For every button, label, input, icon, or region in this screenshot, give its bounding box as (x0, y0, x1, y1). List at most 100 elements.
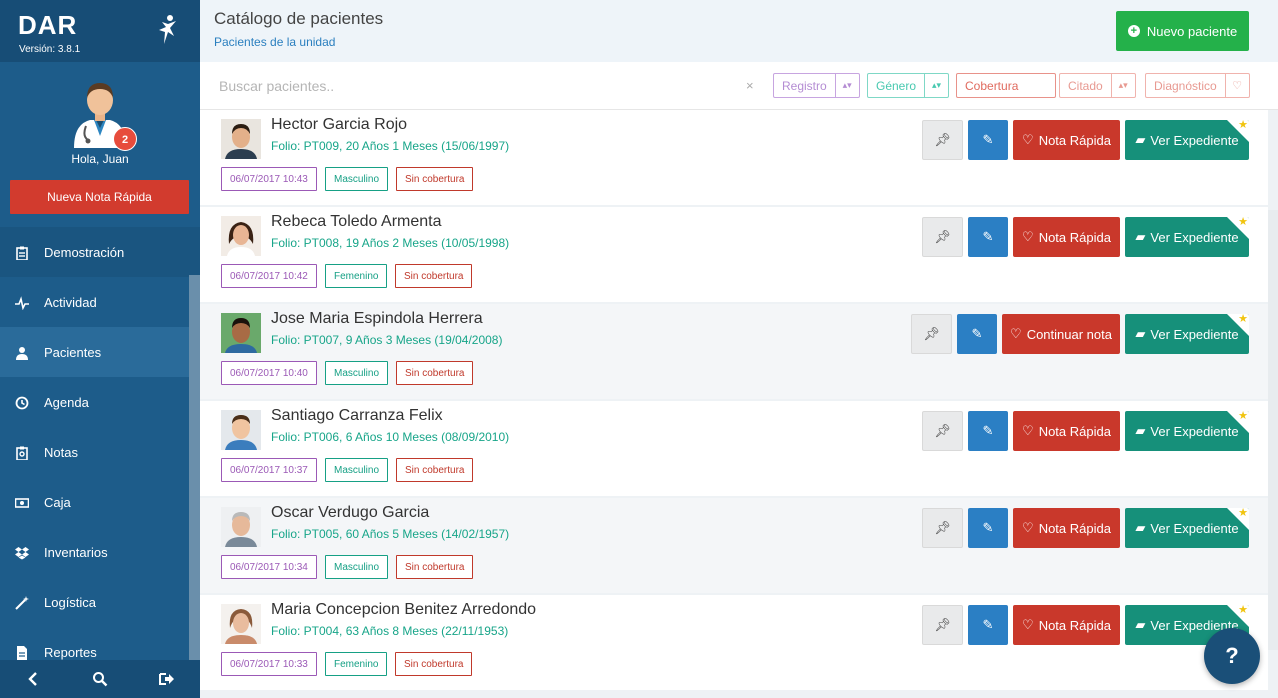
edit-button[interactable]: ✎ (968, 411, 1008, 451)
quick-note-label: Nota Rápida (1038, 520, 1111, 536)
sidebar-header: DAR Versión: 3.8.1 (0, 0, 200, 62)
breadcrumb[interactable]: Pacientes de la unidad (214, 35, 335, 49)
new-patient-button[interactable]: + Nuevo paciente (1116, 11, 1249, 51)
pin-icon: 📌︎ (934, 520, 951, 535)
sidebar-item-caja[interactable]: Caja (0, 477, 200, 527)
sidebar-item-agenda[interactable]: Agenda (0, 377, 200, 427)
patient-photo (221, 119, 261, 159)
patient-name[interactable]: Rebeca Toledo Armenta (271, 213, 441, 231)
sort-icon[interactable]: ▴▾ (834, 74, 859, 97)
sidebar-item-notas[interactable]: Notas (0, 427, 200, 477)
quick-note-button[interactable]: ♡ Nota Rápida (1013, 411, 1120, 451)
registration-date-tag: 06/07/2017 10:37 (221, 458, 317, 482)
help-button[interactable]: ? (1204, 628, 1260, 684)
sidebar-item-inventarios[interactable]: Inventarios (0, 527, 200, 577)
search-input[interactable] (210, 70, 740, 102)
edit-icon: ✎ (971, 326, 983, 341)
notification-badge[interactable]: 2 (113, 127, 137, 151)
gender-tag: Masculino (325, 361, 389, 385)
sidebar-item-label: Inventarios (44, 544, 108, 560)
view-record-label: Ver Expediente (1150, 326, 1239, 342)
pin-button[interactable]: 📌︎ (922, 411, 963, 451)
pin-button[interactable]: 📌︎ (922, 120, 963, 160)
patient-name[interactable]: Maria Concepcion Benitez Arredondo (271, 601, 536, 619)
stethoscope-icon[interactable]: ♡ (1224, 74, 1249, 97)
patient-row[interactable]: Santiago Carranza Felix Folio: PT006, 6 … (200, 401, 1268, 496)
sidebar-item-label: Demostración (44, 244, 125, 260)
coverage-tag: Sin cobertura (396, 555, 474, 579)
continue-note-button[interactable]: ♡ Continuar nota (1002, 314, 1120, 354)
sidebar-item-demostracion[interactable]: Demostración (0, 227, 200, 277)
patient-name[interactable]: Oscar Verdugo Garcia (271, 504, 429, 522)
patient-folio: Folio: PT006, 6 Años 10 Meses (08/09/201… (271, 430, 510, 444)
filter-genero[interactable]: Género ▴▾ (867, 73, 950, 98)
sidebar-item-label: Caja (44, 494, 71, 510)
patient-row[interactable]: Maria Concepcion Benitez Arredondo Folio… (200, 595, 1268, 690)
new-quick-note-button[interactable]: Nueva Nota Rápida (10, 180, 189, 214)
sidebar-scrollbar[interactable] (189, 275, 200, 660)
user-profile: 2 Hola, Juan Nueva Nota Rápida (0, 62, 200, 227)
filter-registro[interactable]: Registro ▴▾ (773, 73, 860, 98)
patient-folio: Folio: PT009, 20 Años 1 Meses (15/06/199… (271, 139, 510, 153)
patient-photo (221, 216, 261, 256)
edit-button[interactable]: ✎ (968, 605, 1008, 645)
logout-icon[interactable] (158, 671, 175, 687)
sort-icon[interactable]: ▴▾ (924, 74, 948, 97)
view-record-button[interactable]: ▰ Ver Expediente ★ (1125, 120, 1249, 160)
quick-note-button[interactable]: ♡ Nota Rápida (1013, 120, 1120, 160)
patient-name[interactable]: Hector Garcia Rojo (271, 116, 407, 134)
edit-button[interactable]: ✎ (968, 120, 1008, 160)
star-icon: ★ (1238, 217, 1248, 228)
filter-citado[interactable]: Citado ▴▾ (1059, 73, 1136, 98)
edit-button[interactable]: ✎ (957, 314, 997, 354)
pin-button[interactable]: 📌︎ (922, 217, 963, 257)
stethoscope-icon: ♡ (1010, 326, 1022, 341)
gender-tag: Femenino (325, 652, 388, 676)
patient-row[interactable]: Jose Maria Espindola Herrera Folio: PT00… (200, 304, 1268, 399)
sidebar-item-label: Agenda (44, 394, 89, 410)
view-record-label: Ver Expediente (1150, 423, 1239, 439)
stethoscope-icon: ♡ (1022, 520, 1034, 535)
sidebar-item-label: Logística (44, 594, 97, 610)
clock-icon (0, 394, 44, 410)
view-record-button[interactable]: ▰ Ver Expediente ★ (1125, 508, 1249, 548)
patient-name[interactable]: Santiago Carranza Felix (271, 407, 443, 425)
filter-diagnostico-label: Diagnóstico (1154, 78, 1217, 93)
pin-button[interactable]: 📌︎ (922, 605, 963, 645)
view-record-button[interactable]: ▰ Ver Expediente ★ (1125, 411, 1249, 451)
coverage-tag: Sin cobertura (396, 167, 474, 191)
patient-row[interactable]: Hector Garcia Rojo Folio: PT009, 20 Años… (200, 110, 1268, 205)
sidebar-item-actividad[interactable]: Actividad (0, 277, 200, 327)
pin-button[interactable]: 📌︎ (911, 314, 952, 354)
collapse-chevron-left-icon[interactable] (25, 671, 41, 687)
filter-diagnostico[interactable]: Diagnóstico ♡ (1145, 73, 1250, 98)
search-icon[interactable] (92, 671, 108, 687)
edit-button[interactable]: ✎ (968, 217, 1008, 257)
patient-folio: Folio: PT004, 63 Años 8 Meses (22/11/195… (271, 624, 509, 638)
new-patient-label: Nuevo paciente (1146, 23, 1238, 39)
quick-note-button[interactable]: ♡ Nota Rápida (1013, 217, 1120, 257)
patient-row[interactable]: Rebeca Toledo Armenta Folio: PT008, 19 A… (200, 207, 1268, 302)
pin-button[interactable]: 📌︎ (922, 508, 963, 548)
quick-note-button[interactable]: ♡ Nota Rápida (1013, 605, 1120, 645)
edit-button[interactable]: ✎ (968, 508, 1008, 548)
clear-search-icon[interactable]: × (746, 78, 754, 93)
list-scrollbar[interactable] (1268, 210, 1278, 650)
app-logo[interactable]: DAR (18, 12, 77, 38)
view-record-button[interactable]: ▰ Ver Expediente ★ (1125, 314, 1249, 354)
continue-note-label: Continuar nota (1026, 326, 1112, 342)
view-record-label: Ver Expediente (1150, 520, 1239, 536)
quick-note-button[interactable]: ♡ Nota Rápida (1013, 508, 1120, 548)
gender-tag: Masculino (325, 458, 389, 482)
sidebar-item-logistica[interactable]: Logística (0, 577, 200, 627)
patient-name[interactable]: Jose Maria Espindola Herrera (271, 310, 483, 328)
sidebar-item-label: Pacientes (44, 344, 102, 360)
sidebar-item-pacientes[interactable]: Pacientes (0, 327, 200, 377)
edit-icon: ✎ (982, 617, 994, 632)
view-record-button[interactable]: ▰ Ver Expediente ★ (1125, 217, 1249, 257)
star-icon: ★ (1238, 120, 1248, 131)
folder-icon: ▰ (1135, 617, 1146, 632)
sort-icon[interactable]: ▴▾ (1110, 74, 1135, 97)
filter-cobertura[interactable]: Cobertura (956, 73, 1056, 98)
patient-row[interactable]: Oscar Verdugo Garcia Folio: PT005, 60 Añ… (200, 498, 1268, 593)
